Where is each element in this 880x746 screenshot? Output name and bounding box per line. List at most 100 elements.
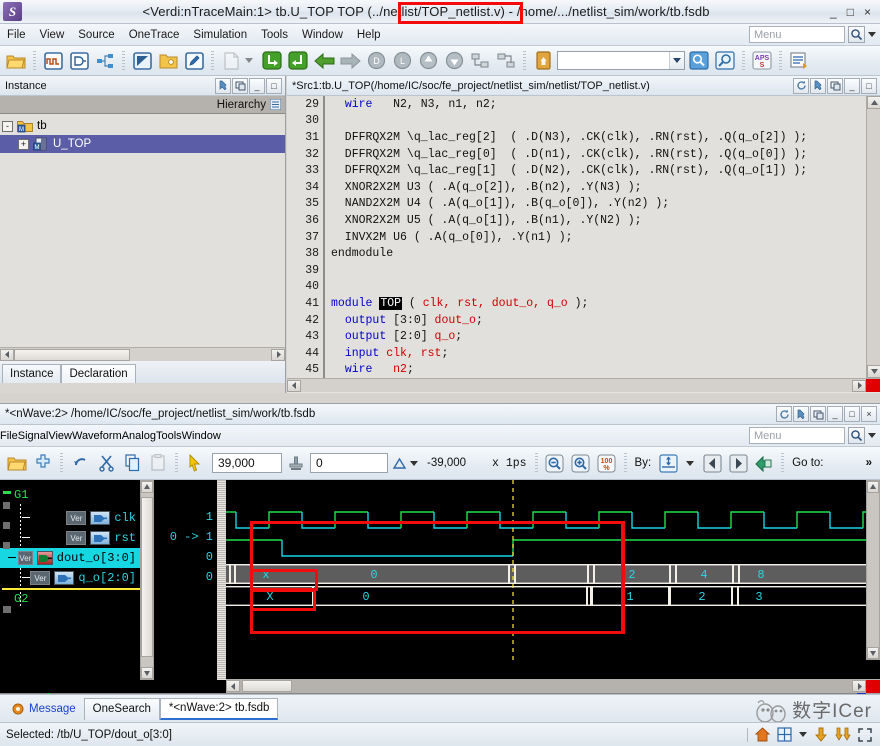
menu-help[interactable]: Help xyxy=(350,27,388,43)
undock-icon[interactable] xyxy=(810,406,826,422)
zoom-out-icon[interactable] xyxy=(543,451,567,475)
combo-dropdown-caret-icon[interactable] xyxy=(669,52,684,69)
code-line[interactable]: 30 xyxy=(287,113,880,130)
menu-file[interactable]: File xyxy=(0,27,33,43)
signal-group-g1[interactable]: G1 xyxy=(14,488,28,502)
minimize-button[interactable]: _ xyxy=(830,5,837,19)
waveform-vertical-scrollbar[interactable] xyxy=(866,480,880,660)
delta-dropdown-caret-icon[interactable] xyxy=(410,461,418,466)
scroll-up-arrow-icon[interactable] xyxy=(867,481,879,493)
maximize-panel-button[interactable]: □ xyxy=(861,78,877,94)
scroll-thumb[interactable] xyxy=(141,497,153,657)
wave-menu-analog[interactable]: Analog xyxy=(122,430,156,442)
source-horizontal-scrollbar[interactable] xyxy=(287,378,880,392)
wave-menu-search-icon[interactable] xyxy=(848,427,865,444)
reload-waveform-icon[interactable] xyxy=(752,451,776,475)
code-line[interactable]: 43 output [2:0] q_o; xyxy=(287,328,880,345)
edge-step-icon[interactable] xyxy=(656,451,680,475)
code-line[interactable]: 44 input clk, rst; xyxy=(287,345,880,362)
cut-icon[interactable] xyxy=(94,451,118,475)
tree-expander-expand-icon[interactable]: + xyxy=(18,139,29,150)
menu-dropdown-caret-icon[interactable] xyxy=(868,32,876,37)
prev-edge-button[interactable] xyxy=(700,451,724,475)
fullscreen-icon[interactable] xyxy=(858,728,872,742)
open-project-folder-icon[interactable] xyxy=(156,49,180,73)
code-line[interactable]: 36 XNOR2X2M U5 ( .A(q_o[1]), .B(n1), .Y(… xyxy=(287,212,880,229)
expand-hierarchy-icon[interactable] xyxy=(468,49,492,73)
signal-row-clk[interactable]: Ver clk xyxy=(0,508,140,528)
trace-down-icon[interactable] xyxy=(442,49,466,73)
scroll-down-arrow-icon[interactable] xyxy=(141,667,153,679)
signal-names-column[interactable]: G1 Ver clk Ver rst xyxy=(0,480,140,680)
hierarchy-tree-icon[interactable] xyxy=(93,49,117,73)
code-line[interactable]: 33 DFFRQX2M \q_lac_reg[1] ( .D(N2), .CK(… xyxy=(287,162,880,179)
code-line[interactable]: 29 wire N2, N3, n1, n2; xyxy=(287,96,880,113)
marker-time-field[interactable]: 0 xyxy=(310,453,388,473)
add-signal-icon[interactable] xyxy=(31,451,55,475)
undo-icon[interactable] xyxy=(68,451,92,475)
menu-search-input[interactable]: Menu xyxy=(749,26,845,43)
signal-group-g2[interactable]: G2 xyxy=(14,592,28,606)
scroll-down-arrow-icon[interactable] xyxy=(867,647,879,659)
back-arrow-icon[interactable] xyxy=(312,49,336,73)
code-line[interactable]: 34 XNOR2X2M U3 ( .A(q_o[2]), .B(n2), .Y(… xyxy=(287,179,880,196)
cursor-time-field[interactable]: 39,000 xyxy=(212,453,282,473)
message-tab[interactable]: Message xyxy=(4,698,84,720)
zoom-in-icon[interactable] xyxy=(569,451,593,475)
tab-declaration[interactable]: Declaration xyxy=(61,364,135,383)
scroll-down-arrow-icon[interactable] xyxy=(867,365,880,378)
menu-view[interactable]: View xyxy=(33,27,72,43)
layout-dropdown-caret-icon[interactable] xyxy=(799,732,807,737)
cursor-pointer-icon[interactable] xyxy=(183,451,207,475)
toolbar-search-combo[interactable] xyxy=(557,51,685,70)
pin-icon[interactable] xyxy=(810,78,826,94)
driver-trace-icon[interactable]: D xyxy=(364,49,388,73)
minimize-panel-button[interactable]: _ xyxy=(844,78,860,94)
code-line[interactable]: 32 DFFRQX2M \q_lac_reg[0] ( .D(n1), .CK(… xyxy=(287,146,880,163)
menu-window[interactable]: Window xyxy=(295,27,350,43)
menu-source[interactable]: Source xyxy=(71,27,121,43)
download-all-icon[interactable] xyxy=(835,727,851,742)
tree-node-u-top[interactable]: + M U_TOP xyxy=(0,135,285,153)
toolbar-dropdown-caret-icon[interactable] xyxy=(245,58,253,63)
tree-node-tb[interactable]: - M tb xyxy=(0,117,285,135)
open-file-icon[interactable] xyxy=(4,49,28,73)
search-icon[interactable] xyxy=(687,49,711,73)
code-line[interactable]: 42 output [3:0] dout_o; xyxy=(287,312,880,329)
next-edge-button[interactable] xyxy=(726,451,750,475)
undock-icon[interactable] xyxy=(827,78,843,94)
code-line[interactable]: 37 INVX2M U6 ( .A(q_o[0]), .Y(n1) ); xyxy=(287,229,880,246)
schematic-icon[interactable] xyxy=(67,49,91,73)
refresh-icon[interactable] xyxy=(793,78,809,94)
waveform-horizontal-scrollbar[interactable] xyxy=(226,679,880,693)
scroll-right-arrow-icon[interactable] xyxy=(271,349,285,361)
collapse-hierarchy-icon[interactable] xyxy=(494,49,518,73)
maximize-wave-button[interactable]: □ xyxy=(844,406,860,422)
aps-icon[interactable]: APSS xyxy=(750,49,774,73)
source-code-view[interactable]: 29 wire N2, N3, n1, n2;3031 DFFRQX2M \q_… xyxy=(287,96,880,378)
scroll-up-arrow-icon[interactable] xyxy=(141,481,153,493)
maximize-panel-button[interactable]: □ xyxy=(266,78,282,94)
pin-icon[interactable] xyxy=(793,406,809,422)
code-line[interactable]: 39 xyxy=(287,262,880,279)
home-icon[interactable] xyxy=(755,727,770,742)
pin-icon[interactable] xyxy=(215,78,231,94)
scroll-left-arrow-icon[interactable] xyxy=(287,380,301,392)
wave-menu-search-input[interactable]: Menu xyxy=(749,427,845,444)
scroll-thumb[interactable] xyxy=(242,680,292,692)
marker-stamp-icon[interactable] xyxy=(284,451,308,475)
hierarchy-menu-icon[interactable] xyxy=(270,99,281,110)
code-line[interactable]: 40 xyxy=(287,279,880,296)
code-line[interactable]: 38endmodule xyxy=(287,245,880,262)
trace-up-icon[interactable] xyxy=(416,49,440,73)
signal-row-dout-o[interactable]: Ver dout_o[3:0] xyxy=(0,548,140,568)
bookmark-icon[interactable] xyxy=(531,49,555,73)
download-single-icon[interactable] xyxy=(814,727,828,742)
search-advanced-icon[interactable] xyxy=(713,49,737,73)
scroll-thumb[interactable] xyxy=(14,349,130,361)
scroll-right-arrow-icon[interactable] xyxy=(852,680,866,692)
nwave-tab[interactable]: *<nWave:2> tb.fsdb xyxy=(160,698,279,720)
wave-menu-window[interactable]: Window xyxy=(182,430,221,442)
wave-menu-tools[interactable]: Tools xyxy=(156,430,182,442)
names-vertical-scrollbar[interactable] xyxy=(140,480,154,680)
